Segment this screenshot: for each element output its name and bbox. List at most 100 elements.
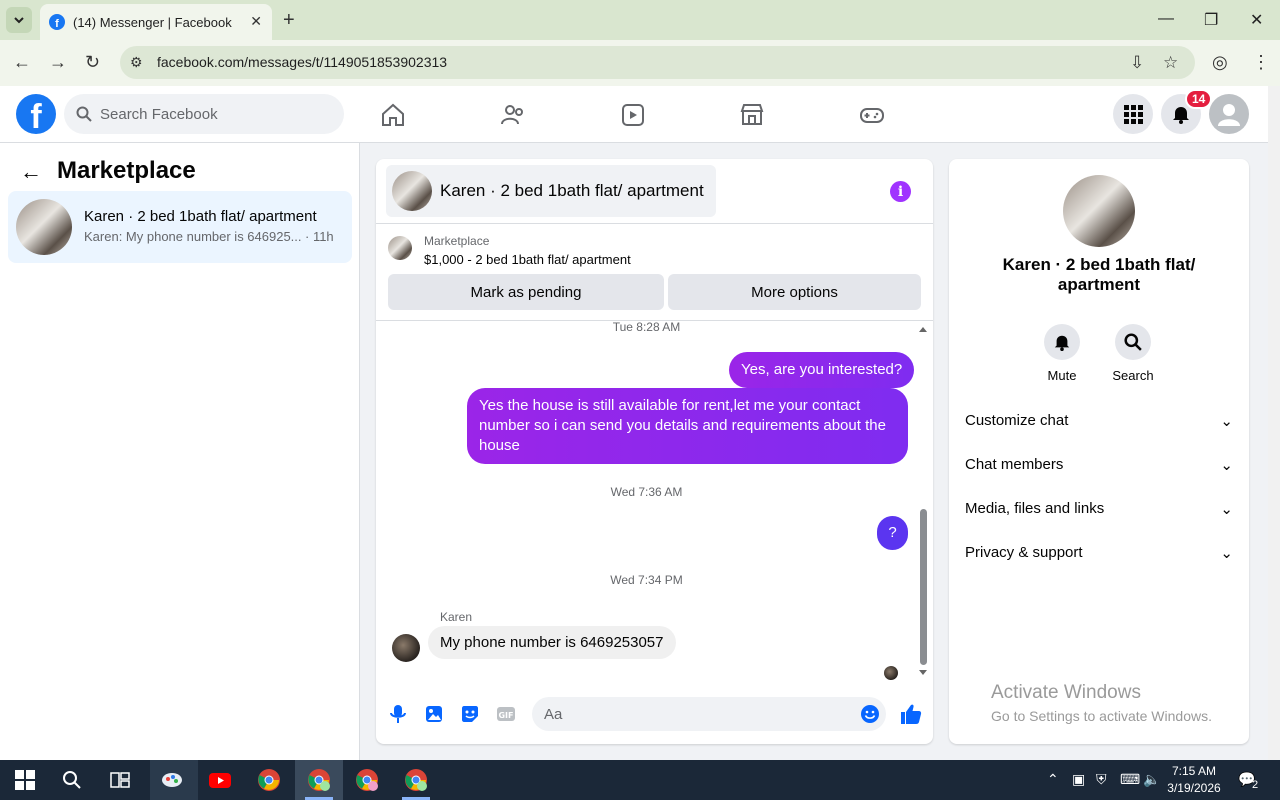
browser-toolbar: ← → ↻ ⚙ facebook.com/messages/t/11490518… — [0, 40, 1280, 86]
mute-label: Mute — [1047, 368, 1077, 383]
task-view-icon[interactable] — [108, 768, 132, 792]
bookmark-star-icon[interactable]: ☆ — [1163, 53, 1178, 73]
chat-window: Karen · 2 bed 1bath flat/ apartment i Ma… — [376, 159, 933, 744]
more-options-button[interactable]: More options — [668, 274, 921, 310]
back-arrow-icon[interactable]: ← — [20, 159, 42, 185]
minimize-icon[interactable]: — — [1158, 10, 1174, 28]
network-icon[interactable]: ⌨ — [1120, 771, 1140, 788]
chat-info-panel: Karen · 2 bed 1bath flat/ apartment Mute… — [949, 159, 1249, 744]
account-avatar[interactable] — [1209, 94, 1249, 134]
conversation-item[interactable]: Karen · 2 bed 1bath flat/ apartment Kare… — [8, 191, 352, 263]
media-files-links-row[interactable]: Media, files and links ⌄ — [965, 500, 1233, 518]
sender-avatar[interactable] — [392, 634, 420, 662]
friends-icon[interactable] — [500, 102, 526, 128]
window-close-icon[interactable]: ✕ — [1250, 10, 1263, 30]
site-settings-icon[interactable]: ⚙ — [130, 54, 143, 71]
svg-text:GIF: GIF — [498, 711, 513, 720]
gif-icon[interactable]: GIF — [496, 704, 516, 724]
facebook-search-input[interactable]: Search Facebook — [64, 94, 344, 134]
customize-chat-row[interactable]: Customize chat ⌄ — [965, 412, 1233, 430]
security-icon[interactable]: ⛨ — [1096, 771, 1107, 788]
search-conversation-button[interactable]: Search — [1103, 324, 1163, 383]
chat-header-name: Karen · 2 bed 1bath flat/ apartment — [440, 181, 704, 200]
browser-tab[interactable]: f (14) Messenger | Facebook ✕ — [40, 4, 272, 40]
page-scrollbar[interactable] — [1268, 86, 1280, 760]
chat-members-row[interactable]: Chat members ⌄ — [965, 456, 1233, 474]
emoji-icon[interactable] — [860, 704, 880, 724]
chrome-profile-icon[interactable] — [307, 768, 331, 792]
chevron-down-icon: ⌄ — [1220, 545, 1233, 562]
sticker-icon[interactable] — [460, 704, 480, 724]
activate-windows-watermark: Activate Windows Go to Settings to activ… — [991, 682, 1212, 724]
tab-search-button[interactable] — [6, 7, 32, 33]
browser-menu-icon[interactable]: ⋮ — [1252, 52, 1270, 73]
message-bubble-out[interactable]: Yes, are you interested? — [729, 352, 915, 388]
thumbs-up-icon[interactable] — [900, 703, 922, 725]
microphone-icon[interactable] — [388, 704, 408, 724]
video-icon[interactable] — [620, 102, 646, 128]
marketplace-icon[interactable] — [739, 102, 765, 128]
info-icon[interactable]: i — [890, 181, 911, 202]
facebook-logo-icon[interactable]: f — [16, 94, 56, 134]
chrome-profile-icon[interactable] — [355, 768, 379, 792]
chevron-down-icon — [14, 17, 24, 24]
timestamp: Wed 7:34 PM — [610, 573, 683, 587]
chat-header-avatar — [392, 171, 432, 211]
home-icon[interactable] — [380, 102, 406, 128]
browser-tabbar: f (14) Messenger | Facebook ✕ + — ❐ ✕ — [0, 0, 1280, 40]
chat-header-title[interactable]: Karen · 2 bed 1bath flat/ apartment — [386, 165, 716, 217]
youtube-icon[interactable] — [208, 768, 232, 792]
install-app-icon[interactable]: ⇩ — [1130, 53, 1144, 73]
taskbar-search-icon[interactable] — [60, 768, 84, 792]
seen-indicator-avatar — [884, 666, 898, 680]
chevron-down-icon: ⌄ — [1220, 457, 1233, 474]
taskbar-clock[interactable]: 7:15 AM 3/19/2026 — [1166, 763, 1222, 797]
section-label: Privacy & support — [965, 544, 1083, 561]
clock-time: 7:15 AM — [1171, 764, 1217, 778]
message-bubble-out[interactable]: Yes the house is still available for ren… — [467, 388, 908, 464]
address-bar[interactable]: ⚙ facebook.com/messages/t/11490518539023… — [120, 46, 1195, 79]
privacy-support-row[interactable]: Privacy & support ⌄ — [965, 544, 1233, 562]
conversation-name: Karen · 2 bed 1bath flat/ apartment — [84, 208, 317, 225]
reload-icon[interactable]: ↻ — [85, 52, 100, 73]
chrome-profile-icon[interactable] — [404, 768, 428, 792]
volume-icon[interactable]: 🔈 — [1143, 771, 1160, 788]
windows-start-icon[interactable] — [13, 768, 37, 792]
chrome-icon[interactable] — [257, 768, 281, 792]
clock-date: 3/19/2026 — [1167, 781, 1221, 795]
listing-title[interactable]: $1,000 - 2 bed 1bath flat/ apartment — [424, 252, 631, 267]
meet-now-icon[interactable]: ▣ — [1072, 771, 1085, 788]
tray-chevron-up-icon[interactable]: ⌃ — [1047, 771, 1059, 788]
search-label: Search — [1112, 368, 1154, 383]
bell-icon — [1054, 335, 1070, 351]
gaming-icon[interactable] — [859, 102, 885, 128]
menu-grid-button[interactable] — [1113, 94, 1153, 134]
info-panel-name: Karen · 2 bed 1bath flat/ apartment — [1002, 255, 1196, 294]
message-bubble-out[interactable]: ? — [877, 516, 908, 550]
tab-close-icon[interactable]: ✕ — [250, 13, 262, 30]
scrollbar-thumb[interactable] — [920, 509, 927, 665]
section-label: Media, files and links — [965, 500, 1105, 517]
photo-icon[interactable] — [424, 704, 444, 724]
message-bubble-in[interactable]: My phone number is 6469253057 — [428, 626, 676, 659]
facebook-header: f Search Facebook 14 — [0, 86, 1268, 143]
listing-thumbnail — [16, 199, 72, 255]
grid-icon — [1124, 105, 1143, 124]
forward-icon[interactable]: → — [49, 52, 67, 73]
message-input[interactable]: Aa — [532, 697, 886, 731]
new-tab-icon[interactable]: + — [283, 9, 295, 32]
paint-app-icon[interactable] — [160, 768, 184, 792]
mute-button[interactable]: Mute — [1032, 324, 1092, 383]
search-icon — [1124, 333, 1142, 351]
divider — [376, 223, 933, 224]
profile-icon[interactable]: ◎ — [1212, 52, 1228, 73]
watermark-title: Activate Windows — [991, 682, 1141, 703]
chevron-down-icon: ⌄ — [1220, 501, 1233, 518]
mark-as-pending-button[interactable]: Mark as pending — [388, 274, 664, 310]
url-text: facebook.com/messages/t/1149051853902313 — [157, 54, 448, 70]
chevron-down-icon: ⌄ — [1220, 413, 1233, 430]
restore-icon[interactable]: ❐ — [1204, 10, 1218, 30]
back-icon[interactable]: ← — [13, 52, 31, 73]
listing-avatar — [388, 236, 412, 260]
listing-source: Marketplace — [424, 234, 490, 248]
